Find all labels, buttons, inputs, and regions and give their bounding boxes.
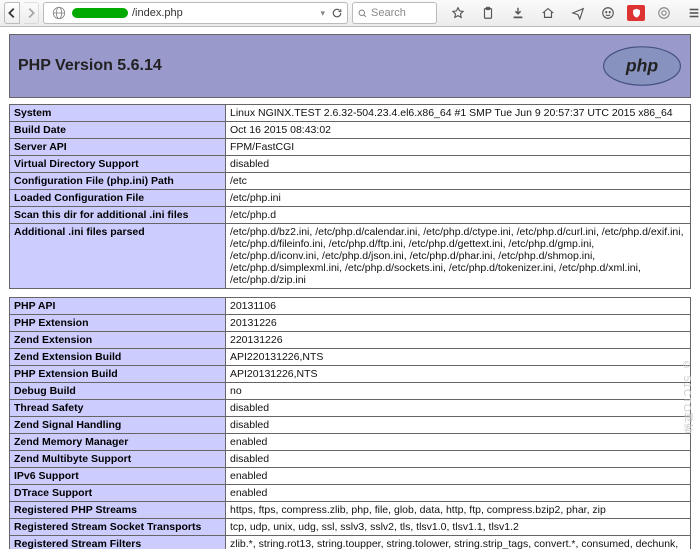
table-row: Registered Stream Socket Transportstcp, … <box>10 519 691 536</box>
info-key: Loaded Configuration File <box>10 190 226 207</box>
info-key: IPv6 Support <box>10 468 226 485</box>
info-value: disabled <box>226 451 691 468</box>
info-table-2: PHP API20131106PHP Extension20131226Zend… <box>9 297 691 549</box>
table-row: Zend Signal Handlingdisabled <box>10 417 691 434</box>
info-key: Server API <box>10 139 226 156</box>
info-key: PHP Extension <box>10 315 226 332</box>
face-icon[interactable] <box>597 2 619 24</box>
info-value: 220131226 <box>226 332 691 349</box>
info-key: Zend Extension <box>10 332 226 349</box>
table-row: Debug Buildno <box>10 383 691 400</box>
info-value: FPM/FastCGI <box>226 139 691 156</box>
info-value: disabled <box>226 400 691 417</box>
table-row: Scan this dir for additional .ini files/… <box>10 207 691 224</box>
table-row: Zend Extension220131226 <box>10 332 691 349</box>
info-value: enabled <box>226 468 691 485</box>
browser-toolbar: /index.php ▾ Search <box>0 0 700 27</box>
page-scroll[interactable]: PHP Version 5.6.14 php SystemLinux NGINX… <box>0 27 700 549</box>
table-row: PHP API20131106 <box>10 298 691 315</box>
table-row: Registered PHP Streamshttps, ftps, compr… <box>10 502 691 519</box>
url-redacted <box>72 8 128 18</box>
phpinfo-content: PHP Version 5.6.14 php SystemLinux NGINX… <box>4 27 696 549</box>
table-row: Loaded Configuration File/etc/php.ini <box>10 190 691 207</box>
info-key: Registered PHP Streams <box>10 502 226 519</box>
info-value: API220131226,NTS <box>226 349 691 366</box>
table-row: Configuration File (php.ini) Path/etc <box>10 173 691 190</box>
table-row: DTrace Supportenabled <box>10 485 691 502</box>
back-button[interactable] <box>4 2 20 24</box>
info-value: /etc/php.d <box>226 207 691 224</box>
url-text: /index.php <box>132 7 183 19</box>
info-value: https, ftps, compress.zlib, php, file, g… <box>226 502 691 519</box>
globe-icon <box>52 6 66 20</box>
info-key: Zend Extension Build <box>10 349 226 366</box>
info-key: Zend Multibyte Support <box>10 451 226 468</box>
info-key: System <box>10 105 226 122</box>
home-icon[interactable] <box>537 2 559 24</box>
info-value: enabled <box>226 434 691 451</box>
info-table-1: SystemLinux NGINX.TEST 2.6.32-504.23.4.e… <box>9 104 691 289</box>
table-row: Virtual Directory Supportdisabled <box>10 156 691 173</box>
dropdown-icon[interactable]: ▾ <box>320 8 325 19</box>
info-value: Oct 16 2015 08:43:02 <box>226 122 691 139</box>
info-value: disabled <box>226 417 691 434</box>
send-icon[interactable] <box>567 2 589 24</box>
info-key: Registered Stream Filters <box>10 536 226 549</box>
info-value: /etc <box>226 173 691 190</box>
svg-text:php: php <box>625 56 658 76</box>
table-row: Additional .ini files parsed/etc/php.d/b… <box>10 224 691 289</box>
table-row: IPv6 Supportenabled <box>10 468 691 485</box>
search-bar[interactable]: Search <box>352 2 437 24</box>
php-logo: php <box>602 45 682 87</box>
table-row: Zend Multibyte Supportdisabled <box>10 451 691 468</box>
page-title: PHP Version 5.6.14 <box>18 57 162 75</box>
info-value: tcp, udp, unix, udg, ssl, sslv3, sslv2, … <box>226 519 691 536</box>
watermark: © 51CTO博客 <box>679 360 694 435</box>
info-value: enabled <box>226 485 691 502</box>
info-key: Additional .ini files parsed <box>10 224 226 289</box>
addon-icon[interactable] <box>653 2 675 24</box>
info-key: PHP API <box>10 298 226 315</box>
info-value: disabled <box>226 156 691 173</box>
table-row: Thread Safetydisabled <box>10 400 691 417</box>
table-row: Build DateOct 16 2015 08:43:02 <box>10 122 691 139</box>
download-icon[interactable] <box>507 2 529 24</box>
table-row: PHP Extension20131226 <box>10 315 691 332</box>
info-key: Registered Stream Socket Transports <box>10 519 226 536</box>
info-key: Virtual Directory Support <box>10 156 226 173</box>
table-row: PHP Extension BuildAPI20131226,NTS <box>10 366 691 383</box>
url-bar[interactable]: /index.php ▾ <box>43 2 348 24</box>
info-value: /etc/php.ini <box>226 190 691 207</box>
info-key: Configuration File (php.ini) Path <box>10 173 226 190</box>
info-value: /etc/php.d/bz2.ini, /etc/php.d/calendar.… <box>226 224 691 289</box>
table-row: Server APIFPM/FastCGI <box>10 139 691 156</box>
search-placeholder: Search <box>371 7 406 19</box>
info-value: 20131106 <box>226 298 691 315</box>
table-row: Zend Extension BuildAPI220131226,NTS <box>10 349 691 366</box>
info-value: Linux NGINX.TEST 2.6.32-504.23.4.el6.x86… <box>226 105 691 122</box>
info-key: Scan this dir for additional .ini files <box>10 207 226 224</box>
menu-icon[interactable] <box>683 2 700 24</box>
table-row: Zend Memory Managerenabled <box>10 434 691 451</box>
info-key: Zend Signal Handling <box>10 417 226 434</box>
info-value: 20131226 <box>226 315 691 332</box>
search-icon <box>357 8 368 19</box>
forward-button[interactable] <box>24 2 39 24</box>
clipboard-icon[interactable] <box>477 2 499 24</box>
reload-button[interactable] <box>331 7 343 19</box>
info-value: zlib.*, string.rot13, string.toupper, st… <box>226 536 691 549</box>
info-value: no <box>226 383 691 400</box>
info-key: Debug Build <box>10 383 226 400</box>
info-key: Thread Safety <box>10 400 226 417</box>
info-key: Build Date <box>10 122 226 139</box>
adblock-icon[interactable] <box>627 5 645 21</box>
info-key: PHP Extension Build <box>10 366 226 383</box>
bookmark-icon[interactable] <box>447 2 469 24</box>
info-key: DTrace Support <box>10 485 226 502</box>
table-row: SystemLinux NGINX.TEST 2.6.32-504.23.4.e… <box>10 105 691 122</box>
info-key: Zend Memory Manager <box>10 434 226 451</box>
table-row: Registered Stream Filterszlib.*, string.… <box>10 536 691 549</box>
header-box: PHP Version 5.6.14 php <box>9 34 691 98</box>
info-value: API20131226,NTS <box>226 366 691 383</box>
